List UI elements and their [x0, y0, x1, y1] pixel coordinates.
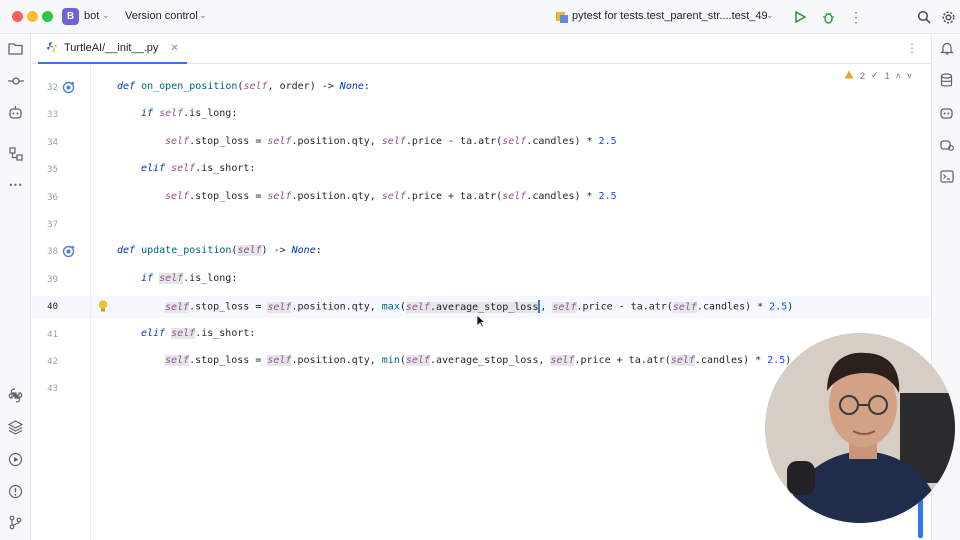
code-line[interactable]: 33 if self.is_long:	[32, 104, 931, 126]
notifications-icon[interactable]	[937, 39, 956, 58]
code-line[interactable]: 34 self.stop_loss = self.position.qty, se…	[32, 132, 931, 154]
code-text: self.stop_loss = self.position.qty, max(…	[165, 300, 794, 314]
database-icon[interactable]	[937, 71, 956, 90]
pytest-config-icon	[552, 7, 572, 27]
run-configuration[interactable]: pytest for tests.test_parent_str....test…	[572, 10, 768, 22]
line-number: 33	[47, 110, 58, 121]
python-file-icon	[46, 41, 58, 56]
code-line[interactable]: 38 def update_position(self) -> None:	[32, 241, 931, 263]
chevron-down-icon[interactable]: ⌄	[766, 10, 774, 21]
code-text: self.stop_loss = self.position.qty, min(…	[165, 355, 792, 366]
problems-icon[interactable]	[6, 482, 25, 501]
code-text: def update_position(self) -> None:	[117, 245, 322, 257]
title-bar: B bot ⌄ Version control ⌄ pytest for tes…	[0, 0, 960, 34]
line-number: 32	[47, 83, 58, 93]
line-number: 39	[47, 274, 58, 285]
code-line[interactable]: 32 def on_open_position(self, order) -> N…	[32, 77, 931, 99]
project-badge[interactable]: B	[62, 8, 79, 25]
code-text: self.stop_loss = self.position.qty, self…	[165, 190, 617, 202]
line-number: 37	[47, 220, 58, 230]
window-close-dot[interactable]	[12, 11, 23, 22]
git-icon[interactable]	[6, 513, 25, 532]
more-tools-icon[interactable]: ⋯	[6, 175, 25, 194]
line-number: 35	[47, 165, 58, 176]
code-line[interactable]: 37	[32, 214, 931, 236]
terminal-icon[interactable]	[937, 167, 956, 186]
code-text: def on_open_position(self, order) -> Non…	[117, 81, 370, 92]
line-number: 43	[47, 384, 58, 395]
chevron-down-icon[interactable]: ⌄	[199, 10, 207, 21]
run-tool-icon[interactable]	[6, 450, 25, 469]
code-line[interactable]: 35 elif self.is_short:	[32, 159, 931, 181]
structure-icon[interactable]	[6, 144, 25, 163]
line-number: 36	[47, 192, 58, 203]
code-text: if self.is_long:	[141, 108, 238, 120]
code-line[interactable]: 36 self.stop_loss = self.position.qty, se…	[32, 187, 931, 209]
code-text: self.stop_loss = self.position.qty, self…	[165, 135, 617, 147]
line-number: 41	[47, 329, 58, 340]
mouse-cursor-icon	[476, 314, 486, 328]
line-number: 38	[47, 247, 58, 258]
more-icon[interactable]: ⋮	[846, 7, 866, 27]
project-name[interactable]: bot	[84, 10, 99, 22]
ai-chat-icon[interactable]	[937, 103, 956, 122]
commit-icon[interactable]	[6, 71, 25, 90]
editor-tab-bar: TurtleAI/__init__.py ✕ ⋮	[32, 34, 931, 64]
webcam-overlay	[765, 333, 955, 523]
copilot-icon[interactable]	[937, 135, 956, 154]
tab-init-py[interactable]: TurtleAI/__init__.py ✕	[38, 34, 187, 64]
settings-icon[interactable]	[938, 7, 958, 27]
window-maximize-dot[interactable]	[42, 11, 53, 22]
tab-label: TurtleAI/__init__.py	[64, 42, 159, 54]
override-method-icon[interactable]	[62, 245, 75, 258]
intention-bulb-icon[interactable]	[96, 299, 110, 313]
run-icon[interactable]	[790, 7, 810, 27]
override-method-icon[interactable]	[62, 81, 75, 94]
tab-options-icon[interactable]: ⋮	[906, 41, 918, 55]
line-number: 34	[47, 137, 58, 148]
left-tool-window-bar: ⋯	[0, 34, 31, 540]
close-icon[interactable]: ✕	[170, 43, 178, 54]
code-text: elif self.is_short:	[141, 327, 256, 339]
project-folder-icon[interactable]	[6, 39, 25, 58]
version-control-menu[interactable]: Version control	[125, 10, 198, 22]
presenter-video-image	[765, 333, 955, 523]
line-number: 40	[47, 302, 58, 313]
code-text: if self.is_long:	[141, 272, 238, 284]
search-icon[interactable]	[914, 7, 934, 27]
line-number: 42	[47, 357, 58, 367]
code-line[interactable]: 39 if self.is_long:	[32, 269, 931, 291]
layers-icon[interactable]	[6, 418, 25, 437]
ai-assistant-icon[interactable]	[6, 103, 25, 122]
debug-icon[interactable]	[818, 7, 838, 27]
window-minimize-dot[interactable]	[27, 11, 38, 22]
chevron-down-icon[interactable]: ⌄	[102, 10, 110, 21]
python-packages-icon[interactable]	[6, 386, 25, 405]
code-text: elif self.is_short:	[141, 163, 256, 175]
